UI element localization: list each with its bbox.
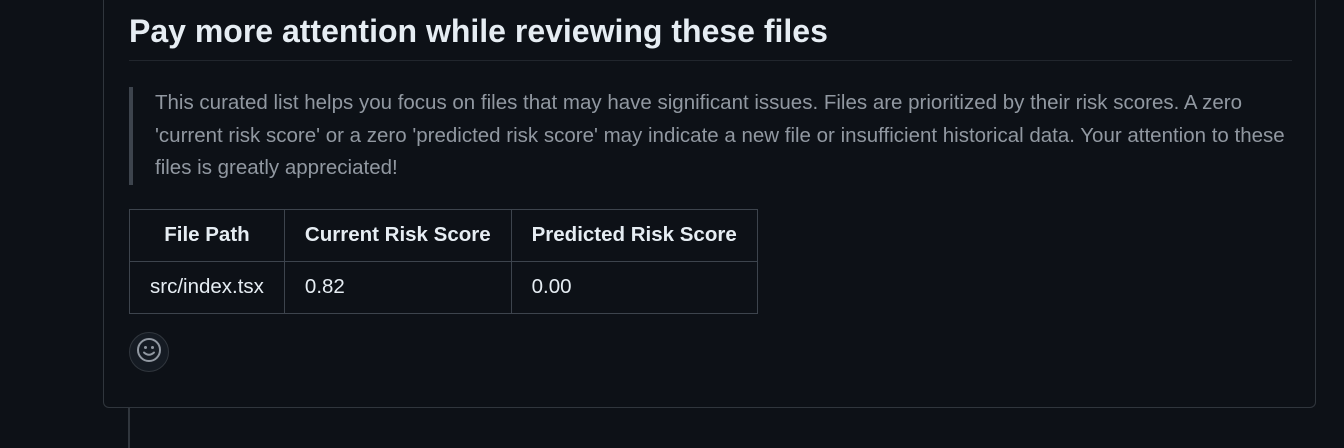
risk-table: File Path Current Risk Score Predicted R… [129, 208, 758, 314]
cell-current-risk-score: 0.82 [283, 260, 512, 314]
table-row: src/index.tsx 0.82 0.00 [129, 260, 758, 314]
comment-body: Pay more attention while reviewing these… [129, 12, 1292, 314]
table-header-row: File Path Current Risk Score Predicted R… [129, 208, 758, 262]
column-header-file-path: File Path [129, 208, 285, 262]
column-header-current-risk: Current Risk Score [283, 208, 512, 262]
smiley-icon [136, 337, 162, 368]
blockquote-note: This curated list helps you focus on fil… [129, 87, 1290, 185]
cell-file-path: src/index.tsx [129, 260, 285, 314]
comment-heading: Pay more attention while reviewing these… [129, 12, 1292, 61]
comment-card: Pay more attention while reviewing these… [103, 0, 1316, 408]
timeline-line [128, 408, 130, 448]
column-header-predicted-risk: Predicted Risk Score [510, 208, 758, 262]
add-reaction-button[interactable] [129, 332, 169, 372]
cell-predicted-risk-score: 0.00 [510, 260, 758, 314]
